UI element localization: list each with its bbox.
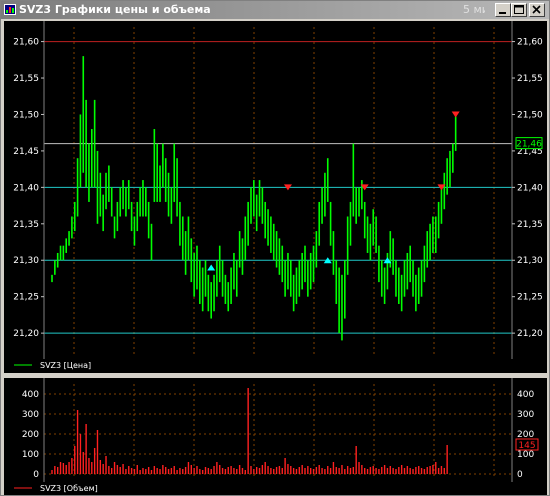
- price-tick-label-right: 21,55: [517, 74, 543, 84]
- minimize-icon: [499, 12, 506, 14]
- volume-tick-label-right: 100: [517, 450, 534, 460]
- price-tick-label-left: 21,50: [13, 110, 39, 120]
- price-tick-label-left: 21,40: [13, 183, 39, 193]
- price-tick-label-right: 21,50: [517, 110, 543, 120]
- price-tick-label-left: 21,60: [13, 38, 39, 48]
- volume-legend: SVZ3 [Объем]: [14, 484, 98, 493]
- price-tick-label-left: 21,25: [13, 293, 39, 303]
- price-legend-label: SVZ3 [Цена]: [40, 361, 91, 370]
- price-chart[interactable]: 21,60 21,55 21,50 21,45 21,40 21,35 21,30 21,25…: [4, 21, 547, 373]
- volume-chart[interactable]: 400 300 200 100 0 400 300 200 100 0 145 SVZ3 [Об…: [4, 378, 547, 495]
- price-tick-label-right: 21,35: [517, 220, 543, 230]
- price-grid: [73, 27, 495, 355]
- interval-label: 5 минут: [463, 3, 485, 16]
- price-tick-label-right: 21,30: [517, 256, 543, 266]
- price-legend: SVZ3 [Цена]: [14, 361, 91, 370]
- maximize-icon: [514, 5, 524, 14]
- maximize-button[interactable]: [511, 3, 527, 17]
- last-volume-box: 145: [515, 438, 539, 451]
- volume-tick-label-left: 400: [22, 390, 39, 400]
- price-tick-label-right: 21,60: [517, 38, 543, 48]
- chart-window: SVZ3 Графики цены и объема 5 минут 21,60…: [0, 0, 550, 496]
- buy-marker-icon: [207, 264, 216, 271]
- volume-chart-pane[interactable]: 400 300 200 100 0 400 300 200 100 0 145 SVZ3 [Об…: [4, 378, 547, 495]
- close-button[interactable]: [529, 3, 545, 17]
- volume-tick-label-left: 300: [22, 410, 39, 420]
- price-tick-label-right: 21,25: [517, 293, 543, 303]
- price-tick-label-right: 21,20: [517, 329, 543, 339]
- volume-tick-label-left: 100: [22, 450, 39, 460]
- close-icon: [532, 5, 541, 14]
- price-tick-label-left: 21,35: [13, 220, 39, 230]
- volume-tick-label-left: 200: [22, 430, 39, 440]
- volume-tick-label-left: 0: [33, 470, 39, 480]
- volume-axis-right: 4003002001000: [511, 378, 534, 482]
- price-axis-left: 21,60 21,55 21,50 21,45 21,40 21,35 21,30 21,25…: [13, 21, 45, 359]
- price-tick-label-left: 21,45: [13, 147, 39, 157]
- price-tick-label-left: 21,55: [13, 74, 39, 84]
- price-chart-pane[interactable]: 21,60 21,55 21,50 21,45 21,40 21,35 21,30 21,25…: [4, 21, 547, 373]
- window-title: SVZ3 Графики цены и объема: [19, 3, 211, 16]
- last-price-value: 21,46: [516, 140, 542, 150]
- sell-marker-icon: [451, 111, 460, 118]
- chart-app-icon: [4, 4, 16, 15]
- volume-legend-label: SVZ3 [Объем]: [40, 484, 98, 493]
- volume-tick-label-right: 0: [517, 470, 523, 480]
- volume-bars: [51, 388, 448, 474]
- title-bar[interactable]: SVZ3 Графики цены и объема 5 минут: [1, 1, 549, 19]
- price-tick-label-left: 21,30: [13, 256, 39, 266]
- volume-axis-left: 400 300 200 100 0: [22, 378, 45, 482]
- last-volume-value: 145: [518, 441, 535, 451]
- price-axis-right: 21,6021,5521,5021,4521,4021,3521,3021,25…: [511, 21, 543, 359]
- minimize-button[interactable]: [495, 3, 511, 17]
- volume-tick-label-right: 300: [517, 410, 534, 420]
- price-tick-label-right: 21,40: [517, 183, 543, 193]
- volume-tick-label-right: 400: [517, 390, 534, 400]
- price-tick-label-left: 21,20: [13, 329, 39, 339]
- last-price-box: 21,46: [515, 137, 543, 150]
